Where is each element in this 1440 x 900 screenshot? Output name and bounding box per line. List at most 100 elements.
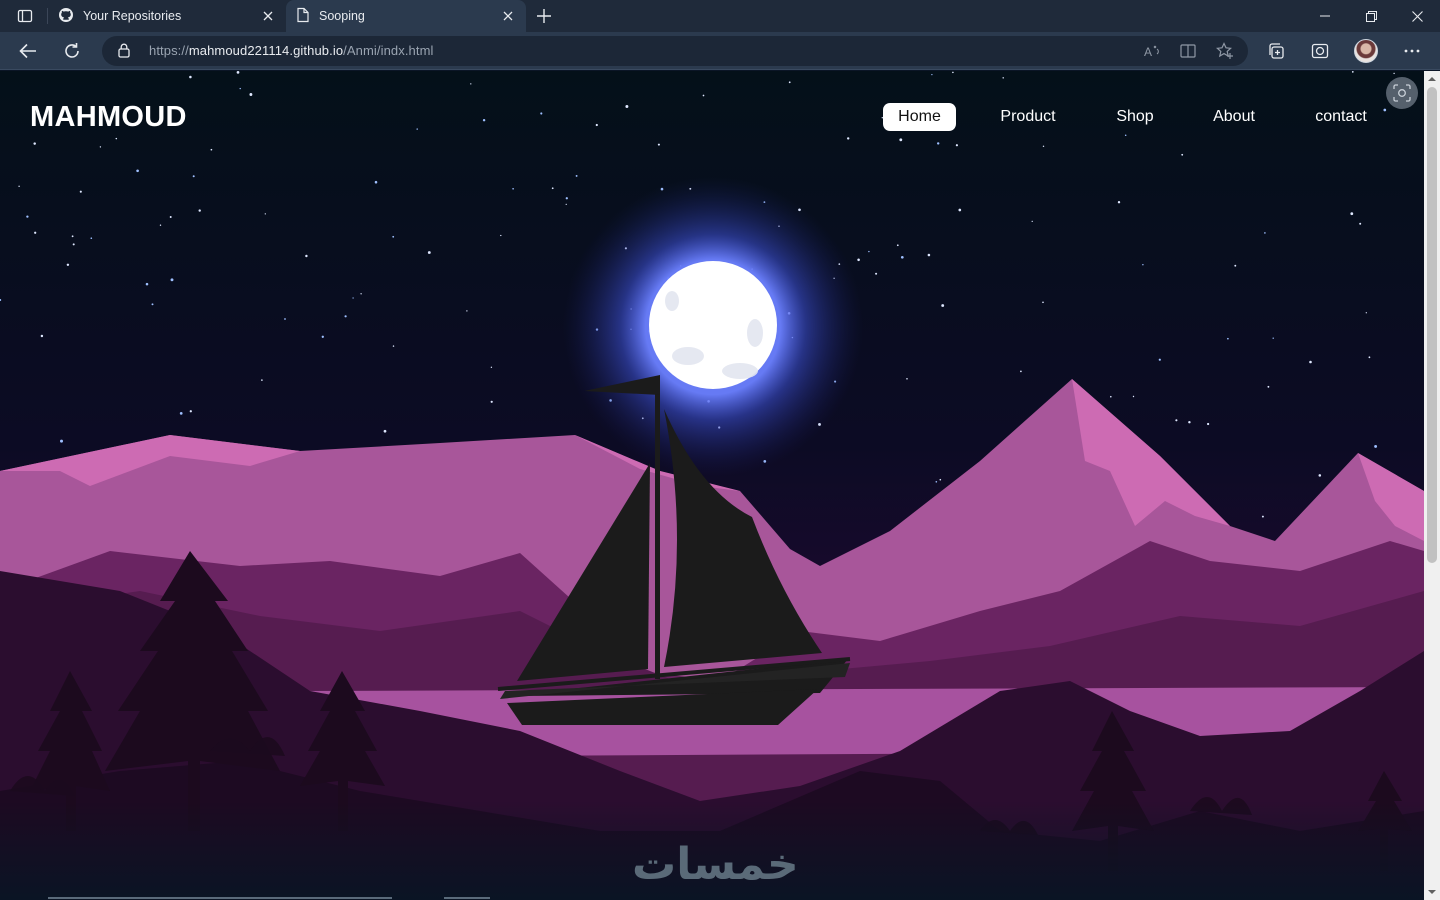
nav-contact[interactable]: contact bbox=[1308, 103, 1374, 131]
star bbox=[321, 335, 324, 338]
star bbox=[1188, 420, 1191, 424]
star bbox=[657, 143, 660, 146]
star bbox=[1350, 212, 1354, 216]
star bbox=[71, 235, 74, 238]
more-options-icon[interactable] bbox=[1396, 35, 1428, 67]
star bbox=[1124, 134, 1127, 136]
star bbox=[360, 293, 362, 295]
star bbox=[1042, 301, 1044, 304]
star bbox=[702, 94, 705, 97]
star bbox=[490, 366, 493, 368]
star bbox=[18, 185, 20, 188]
star bbox=[189, 75, 192, 79]
star bbox=[466, 310, 468, 312]
star bbox=[955, 144, 959, 147]
address-bar[interactable]: https://mahmoud221114.github.io/Anmi/ind… bbox=[102, 36, 1248, 66]
star bbox=[392, 235, 395, 238]
star bbox=[33, 142, 36, 145]
star bbox=[1383, 108, 1387, 112]
scroll-down-icon[interactable] bbox=[1427, 887, 1437, 897]
star bbox=[72, 243, 75, 246]
star bbox=[416, 128, 418, 130]
star bbox=[1175, 419, 1178, 422]
star bbox=[169, 216, 172, 218]
star bbox=[60, 439, 63, 443]
tab-title: Your Repositories bbox=[83, 9, 182, 23]
star bbox=[939, 478, 942, 481]
star bbox=[1234, 264, 1237, 267]
star bbox=[1365, 312, 1367, 314]
star bbox=[846, 137, 850, 140]
close-window-icon[interactable] bbox=[1394, 0, 1440, 32]
star bbox=[115, 137, 118, 140]
nav-about[interactable]: About bbox=[1206, 103, 1262, 131]
star bbox=[1374, 444, 1378, 448]
back-arrow-icon[interactable] bbox=[12, 35, 44, 67]
star bbox=[26, 215, 29, 218]
star bbox=[1042, 145, 1045, 148]
nav-shop[interactable]: Shop bbox=[1110, 103, 1160, 131]
star bbox=[941, 304, 945, 307]
star bbox=[1132, 395, 1135, 398]
page-viewport: MAHMOUD Home Product Shop About contact … bbox=[0, 71, 1424, 900]
progress-line bbox=[444, 897, 490, 899]
star bbox=[374, 180, 378, 184]
visual-search-icon[interactable] bbox=[1386, 77, 1418, 109]
star bbox=[1393, 72, 1395, 75]
star bbox=[34, 231, 37, 234]
tab-your-repositories[interactable]: Your Repositories bbox=[48, 0, 286, 32]
new-tab-icon[interactable] bbox=[532, 4, 556, 28]
tab-title: Sooping bbox=[319, 9, 365, 23]
page-icon bbox=[296, 7, 310, 26]
add-favorite-icon[interactable] bbox=[1214, 41, 1236, 61]
star bbox=[352, 297, 354, 299]
close-tab-icon[interactable] bbox=[500, 8, 516, 24]
star bbox=[159, 224, 162, 226]
close-tab-icon[interactable] bbox=[260, 8, 276, 24]
nav-product[interactable]: Product bbox=[995, 103, 1061, 131]
star bbox=[1181, 153, 1184, 156]
star bbox=[900, 255, 904, 259]
nav-home[interactable]: Home bbox=[883, 103, 956, 131]
tab-sooping[interactable]: Sooping bbox=[286, 0, 526, 32]
star bbox=[151, 303, 154, 306]
edge-bar-icon[interactable] bbox=[1304, 35, 1336, 67]
browser-toolbar: https://mahmoud221114.github.io/Anmi/ind… bbox=[0, 32, 1440, 70]
star bbox=[935, 481, 938, 483]
star bbox=[868, 250, 870, 253]
night-landscape-illustration bbox=[0, 71, 1424, 900]
star bbox=[936, 142, 940, 145]
star bbox=[1272, 337, 1274, 339]
collections-icon[interactable] bbox=[1260, 35, 1292, 67]
star bbox=[1020, 370, 1022, 373]
lock-icon[interactable] bbox=[118, 43, 130, 63]
star bbox=[1206, 422, 1210, 426]
star bbox=[79, 190, 82, 193]
star bbox=[239, 87, 241, 90]
star bbox=[565, 197, 568, 200]
star bbox=[210, 148, 213, 151]
star bbox=[249, 93, 253, 96]
restore-icon[interactable] bbox=[1348, 0, 1394, 32]
vertical-scrollbar[interactable] bbox=[1424, 71, 1440, 900]
star bbox=[500, 234, 502, 237]
star bbox=[1309, 360, 1312, 364]
star bbox=[90, 237, 93, 240]
star bbox=[1368, 356, 1371, 359]
profile-avatar[interactable] bbox=[1350, 35, 1382, 67]
star bbox=[1359, 222, 1362, 225]
star bbox=[136, 169, 139, 173]
star bbox=[875, 272, 878, 275]
star bbox=[383, 429, 387, 433]
star bbox=[66, 263, 70, 267]
immersive-reader-icon[interactable] bbox=[1178, 41, 1200, 61]
site-brand[interactable]: MAHMOUD bbox=[30, 101, 187, 134]
star bbox=[512, 187, 514, 190]
minimize-icon[interactable] bbox=[1302, 0, 1348, 32]
tab-actions-icon[interactable] bbox=[8, 4, 42, 28]
refresh-icon[interactable] bbox=[56, 35, 88, 67]
read-aloud-icon[interactable]: A bbox=[1142, 41, 1164, 61]
scroll-up-icon[interactable] bbox=[1427, 74, 1437, 84]
scrollbar-thumb[interactable] bbox=[1427, 87, 1437, 563]
star bbox=[392, 345, 395, 347]
